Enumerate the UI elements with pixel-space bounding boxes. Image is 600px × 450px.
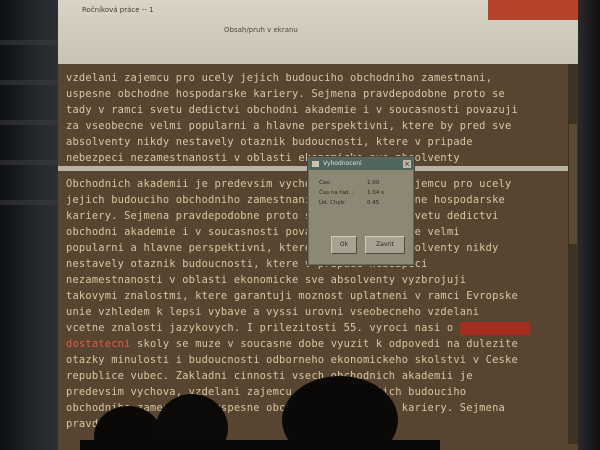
source-text-line: vzdelani zajemcu pro ucely jejich budouc… — [66, 72, 493, 84]
typing-text-line: nezamestnanosti v oblasti ekonomicke sve… — [66, 274, 467, 286]
close-button[interactable]: Zavrit — [365, 236, 405, 254]
typing-text-segment: skoly se muze v soucasne dobe vyuzit k o… — [137, 338, 518, 350]
mistyped-word: dostatecni — [66, 338, 131, 350]
typing-text-line: predevsim vychova, vzdelani zajemcu pro … — [66, 386, 467, 398]
typing-text-segment: vcetne znalosti jazykovych. I prilezitos… — [66, 322, 454, 334]
source-text-line: absolventy nikdy nestavely otaznik budou… — [66, 136, 473, 148]
typing-text-line: otazky minulosti i budoucnosti odborneho… — [66, 354, 518, 366]
projected-screen: Ročníková práce -- 1 Obsah/pruh v ekranu… — [58, 0, 578, 450]
typing-text-line: takovymi znalostmi, ktere garantuji mozn… — [66, 290, 518, 302]
scrollbar-thumb[interactable] — [569, 124, 577, 244]
room-wall-right — [578, 0, 600, 450]
stat-row-time: Čas: 1:00 — [319, 180, 413, 190]
typing-text-line: vcetne znalosti jazykovych. I prilezitos… — [66, 320, 576, 336]
stat-value: 1:00 — [367, 180, 380, 186]
typing-text-line: obchodniho zamestnani, uspesne obchodne … — [66, 402, 505, 414]
typing-text-line: pravde — [66, 418, 105, 430]
app-title: Ročníková práce -- 1 — [82, 6, 154, 14]
ok-button[interactable]: Ok — [331, 236, 357, 254]
vertical-scrollbar[interactable] — [568, 64, 578, 444]
window-louver — [0, 80, 58, 85]
stat-value: 0.45 — [367, 200, 380, 206]
window-louver — [0, 120, 58, 125]
source-text-line: za vseobecne velmi popularni a hlavne pe… — [66, 120, 512, 132]
window-louver — [0, 200, 58, 205]
stat-label: Úd. Chyb: — [319, 200, 346, 206]
stat-label: Čas: — [319, 180, 331, 186]
app-header: Ročníková práce -- 1 Obsah/pruh v ekranu — [58, 0, 578, 64]
typing-text-line: republice vubec. Zakladni cinnosti vsech… — [66, 370, 473, 382]
accent-bar — [488, 0, 578, 20]
window-louver — [0, 40, 58, 45]
dialog-titlebar[interactable]: Vyhodnoceni × — [309, 158, 413, 170]
dialog-stats: Čas: 1:00 Čas na řad. : 1:04 s Úd. Chyb:… — [309, 170, 413, 210]
window-louver — [0, 160, 58, 165]
app-subtitle: Obsah/pruh v ekranu — [224, 26, 298, 34]
stat-row-time-per-line: Čas na řad. : 1:04 s — [319, 190, 413, 200]
stat-row-errors: Úd. Chyb: 0.45 — [319, 200, 413, 210]
typing-text-line: unie vzhledem k lepsi vybave a vyssi uro… — [66, 306, 480, 318]
room-wall-left — [0, 0, 58, 450]
results-dialog: Vyhodnoceni × Čas: 1:00 Čas na řad. : 1:… — [308, 157, 414, 265]
stat-value: 1:04 s — [367, 190, 384, 196]
source-text-panel: vzdelani zajemcu pro ucely jejich budouc… — [66, 70, 576, 166]
window-icon — [312, 161, 319, 167]
typing-text-line: dostatecni skoly se muze v soucasne dobe… — [66, 336, 576, 352]
error-highlight — [459, 321, 530, 335]
stat-label: Čas na řad. : — [319, 190, 354, 196]
source-text-line: tady v ramci svetu dedictvi obchodni aka… — [66, 104, 518, 116]
source-text-line: uspesne obchodne hospodarske kariery. Se… — [66, 88, 505, 100]
close-icon[interactable]: × — [403, 160, 411, 168]
dialog-title: Vyhodnoceni — [323, 160, 362, 167]
